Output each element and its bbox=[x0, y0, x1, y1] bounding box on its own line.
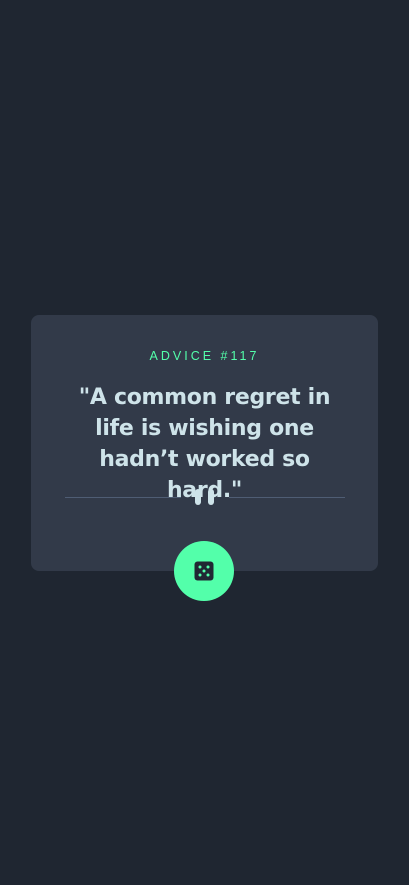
divider-line-right bbox=[229, 497, 345, 498]
dice-icon bbox=[194, 561, 214, 581]
pattern-divider bbox=[65, 489, 345, 505]
divider-line-left bbox=[65, 497, 181, 498]
advice-card: ADVICE #117 "A common regret in life is … bbox=[31, 315, 378, 571]
advice-quote: "A common regret in life is wishing one … bbox=[78, 385, 331, 503]
advice-id-label: ADVICE #117 bbox=[149, 349, 260, 363]
pause-icon bbox=[195, 489, 215, 505]
generate-advice-button[interactable] bbox=[174, 541, 234, 601]
